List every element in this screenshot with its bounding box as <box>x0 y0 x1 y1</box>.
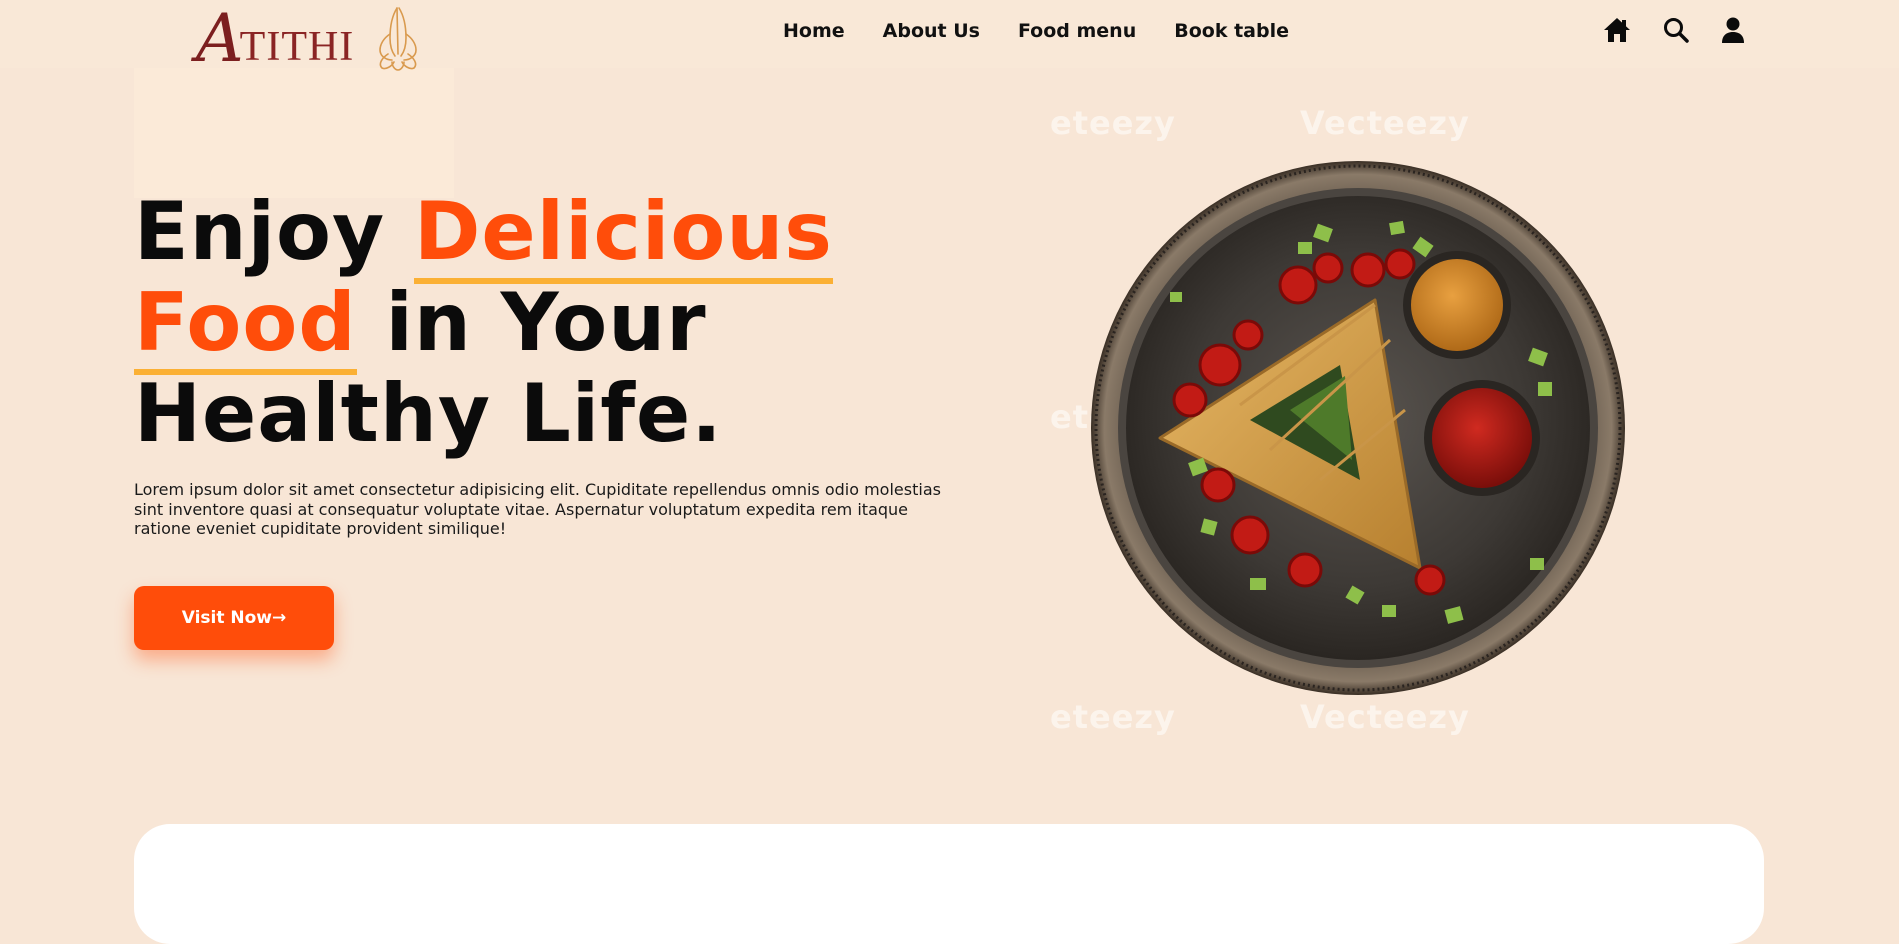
main-nav: Home About Us Food menu Book table <box>783 20 1289 42</box>
nav-home-link[interactable]: Home <box>783 20 845 42</box>
content-card <box>134 824 1764 944</box>
nav-book-table-link[interactable]: Book table <box>1174 20 1289 42</box>
user-icon[interactable] <box>1720 16 1746 44</box>
logo-initial: A <box>196 0 244 77</box>
search-icon[interactable] <box>1662 16 1690 44</box>
hero-heading: Enjoy Delicious Food in Your Healthy Lif… <box>134 185 833 460</box>
watermark-text: Vecteezy <box>1300 698 1470 736</box>
visit-now-button[interactable]: Visit Now→ <box>134 586 334 650</box>
hero-highlight-delicious: Delicious <box>414 185 833 284</box>
hero-description: Lorem ipsum dolor sit amet consectetur a… <box>134 480 941 538</box>
nav-food-menu-link[interactable]: Food menu <box>1018 20 1136 42</box>
hero-line-healthy-life: Healthy Life. <box>134 367 723 460</box>
watermark-text: eteezy <box>1050 104 1176 142</box>
watermark-text: eteezy <box>1050 698 1176 736</box>
home-icon[interactable] <box>1602 16 1632 44</box>
hero-word-in-your: in Your <box>385 276 707 369</box>
hero-highlight-food: Food <box>134 276 357 375</box>
watermark-text: Vecteezy <box>1300 104 1470 142</box>
logo-wordmark: TITHI <box>239 24 355 70</box>
logo-shade-panel <box>134 68 454 198</box>
brand-logo[interactable]: A TITHI <box>196 4 428 74</box>
hero-food-image <box>1090 160 1626 696</box>
header-icons <box>1602 16 1746 44</box>
hero-word-enjoy: Enjoy <box>134 185 386 278</box>
namaste-hands-icon <box>368 4 428 78</box>
nav-about-link[interactable]: About Us <box>883 20 980 42</box>
